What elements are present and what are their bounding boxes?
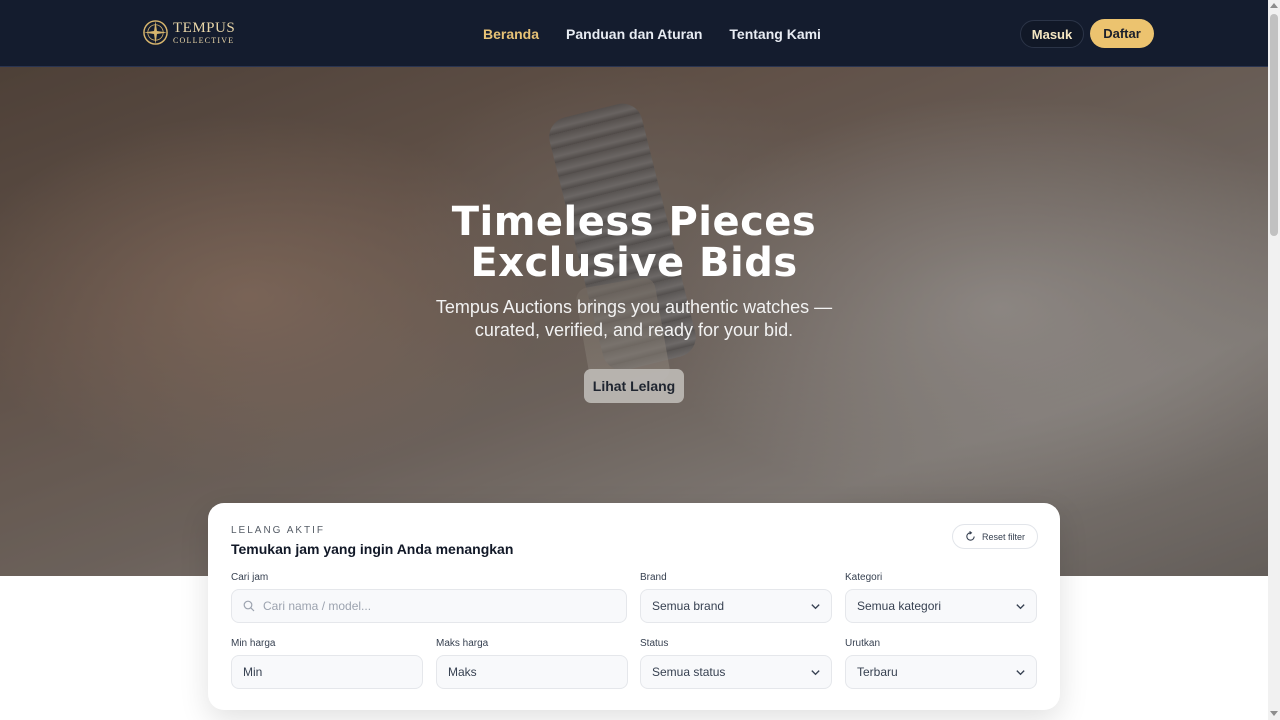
sort-select[interactable]: Terbaru [845,655,1037,689]
category-select[interactable]: Semua kategori [845,589,1037,623]
main-nav: Beranda Panduan dan Aturan Tentang Kami [483,26,821,42]
hero-title-line2: Exclusive Bids [470,240,798,286]
page-scrollbar[interactable] [1268,0,1280,720]
min-price-input[interactable]: Min [231,655,423,689]
sort-label: Urutkan [845,638,881,649]
nav-link-panduan[interactable]: Panduan dan Aturan [566,26,702,42]
scroll-thumb[interactable] [1270,14,1278,236]
view-auctions-button[interactable]: Lihat Lelang [584,369,684,403]
hero-banner: Timeless Pieces Exclusive Bids Tempus Au… [0,67,1268,576]
refresh-icon [966,531,975,541]
hero-title: Timeless Pieces Exclusive Bids [0,202,1268,284]
chevron-down-icon [811,603,820,609]
register-button[interactable]: Daftar [1090,19,1154,48]
filter-title: Temukan jam yang ingin Anda menangkan [231,541,514,557]
brand-label: Brand [640,572,667,583]
section-eyebrow: LELANG AKTIF [231,525,326,536]
min-price-label: Min harga [231,638,276,649]
nav-link-beranda[interactable]: Beranda [483,26,539,42]
search-label: Cari jam [231,572,269,583]
min-price-placeholder: Min [243,665,263,679]
max-price-label: Maks harga [436,638,489,649]
status-select-value: Semua status [652,665,726,679]
max-price-input[interactable]: Maks [436,655,628,689]
chevron-down-icon [811,669,820,675]
category-select-value: Semua kategori [857,599,942,613]
chevron-down-icon [1016,669,1025,675]
compass-icon [143,20,168,45]
scroll-down-icon[interactable] [1270,711,1278,716]
reset-filter-label: Reset filter [981,531,1025,542]
chevron-down-icon [1016,603,1025,609]
login-button[interactable]: Masuk [1020,20,1084,48]
hero-title-line1: Timeless Pieces [451,199,817,245]
brand-logo[interactable]: TEMPUS COLLECTIVE [142,19,235,46]
nav-link-tentang[interactable]: Tentang Kami [729,26,821,42]
hero-subtitle: Tempus Auctions brings you authentic wat… [435,297,833,340]
sort-select-value: Terbaru [857,665,898,679]
scroll-up-icon[interactable] [1270,3,1278,8]
category-label: Kategori [845,572,883,583]
search-placeholder: Cari nama / model... [263,599,372,613]
brand-select-value: Semua brand [652,599,725,613]
top-navbar: TEMPUS COLLECTIVE Beranda Panduan dan At… [0,0,1268,67]
search-icon [243,600,255,612]
auction-filter-card: LELANG AKTIF Temukan jam yang ingin Anda… [208,503,1060,710]
status-label: Status [640,638,669,649]
max-price-placeholder: Maks [448,665,477,679]
reset-filter-button[interactable]: Reset filter [952,524,1038,549]
brand-select[interactable]: Semua brand [640,589,832,623]
search-input[interactable]: Cari nama / model... [231,589,627,623]
brand-subtitle: COLLECTIVE [173,35,235,45]
brand-name: TEMPUS [173,19,236,36]
status-select[interactable]: Semua status [640,655,832,689]
